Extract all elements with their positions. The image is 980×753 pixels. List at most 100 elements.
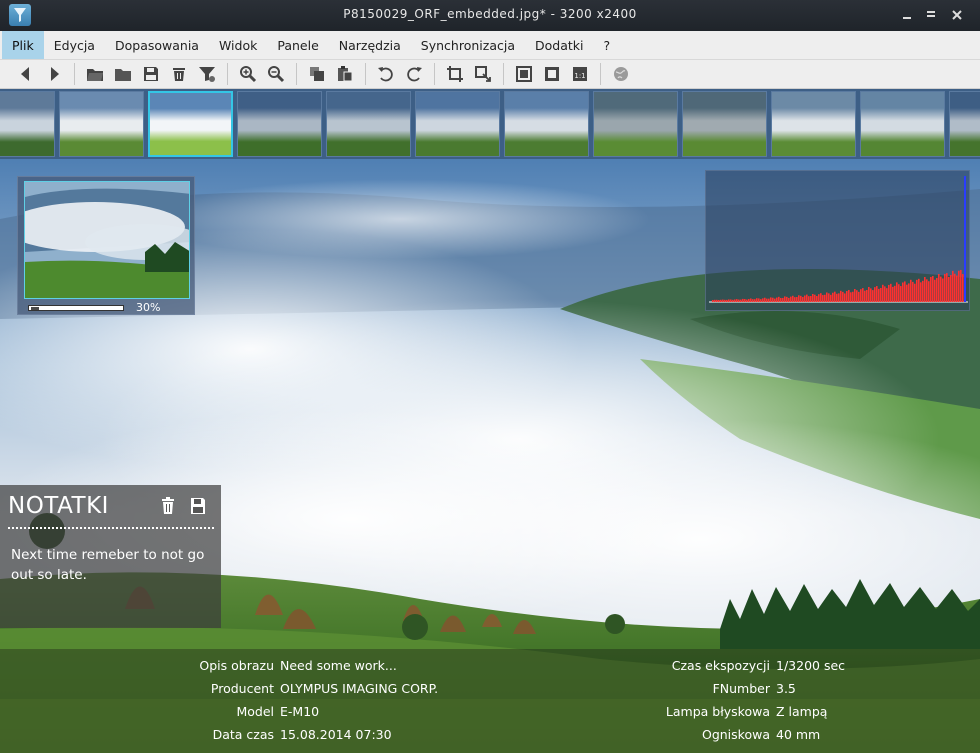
thumbnail-item[interactable]	[593, 91, 678, 157]
histogram-bar	[954, 273, 956, 302]
navigator-preview[interactable]	[24, 181, 190, 299]
actual-size-icon: 1:1	[573, 67, 587, 81]
image-viewport[interactable]: 30% NOTATKI Next time remeber to not go …	[0, 159, 980, 753]
toolbar-divider	[434, 63, 435, 85]
histogram-bar	[750, 298, 752, 302]
open-file-button[interactable]	[112, 63, 134, 85]
menu-edycja[interactable]: Edycja	[44, 31, 105, 59]
histogram-bar	[956, 275, 958, 302]
zoom-level-label: 30%	[136, 301, 161, 314]
open-folder-button[interactable]	[84, 63, 106, 85]
globe-button[interactable]	[610, 63, 632, 85]
histogram-bar	[806, 294, 808, 302]
histogram-bar	[802, 297, 804, 302]
fullscreen-button[interactable]	[541, 63, 563, 85]
thumbnail-item[interactable]	[59, 91, 144, 157]
histogram-bar	[728, 299, 730, 302]
actual-size-button[interactable]: 1:1	[569, 63, 591, 85]
histogram-bar	[870, 288, 872, 302]
histogram-bar	[924, 277, 926, 302]
histogram-bar	[882, 284, 884, 302]
histogram-bar	[916, 279, 918, 302]
histogram-bar	[872, 290, 874, 302]
thumbnail-item[interactable]	[148, 91, 233, 157]
menu-help[interactable]: ?	[593, 31, 620, 59]
thumbnail-item[interactable]	[0, 91, 55, 157]
back-button[interactable]	[15, 63, 37, 85]
zoom-slider-fill	[31, 307, 39, 310]
histogram-bar	[942, 278, 944, 302]
histogram-bar	[910, 279, 912, 302]
histogram-bar	[796, 297, 798, 302]
histogram-bar	[854, 288, 856, 302]
histogram-bar	[886, 288, 888, 302]
thumbnail-item[interactable]	[860, 91, 945, 157]
menu-dodatki[interactable]: Dodatki	[525, 31, 593, 59]
zoom-in-button[interactable]	[237, 63, 259, 85]
delete-button[interactable]	[168, 63, 190, 85]
menu-panele[interactable]: Panele	[267, 31, 328, 59]
menu-plik[interactable]: Plik	[2, 31, 44, 59]
zoom-out-button[interactable]	[265, 63, 287, 85]
menu-synchronizacja[interactable]: Synchronizacja	[411, 31, 525, 59]
thumbnail-item[interactable]	[771, 91, 856, 157]
histogram-bar	[742, 298, 744, 302]
forward-button[interactable]	[43, 63, 65, 85]
histogram-bar	[884, 286, 886, 302]
crop-button[interactable]	[444, 63, 466, 85]
notes-delete-button[interactable]	[160, 497, 176, 515]
menu-narzedzia[interactable]: Narzędzia	[329, 31, 411, 59]
copy-button[interactable]	[306, 63, 328, 85]
rotate-left-button[interactable]	[375, 63, 397, 85]
menu-dopasowania[interactable]: Dopasowania	[105, 31, 209, 59]
zoom-in-icon	[240, 66, 257, 83]
histogram-bar	[722, 299, 724, 302]
fit-window-button[interactable]	[513, 63, 535, 85]
thumbnail-strip[interactable]	[0, 89, 980, 159]
thumbnail-item[interactable]	[504, 91, 589, 157]
notes-text[interactable]: Next time remeber to not go out so late.	[11, 545, 211, 585]
histogram-bar	[952, 270, 954, 302]
right-exif-value: Z lampą	[776, 704, 828, 719]
paste-button[interactable]	[334, 63, 356, 85]
histogram-bar	[758, 298, 760, 302]
notes-save-button[interactable]	[190, 497, 206, 515]
filter-button[interactable]	[196, 63, 218, 85]
thumbnail-item[interactable]	[682, 91, 767, 157]
maximize-button[interactable]	[922, 6, 940, 24]
menu-widok[interactable]: Widok	[209, 31, 267, 59]
zoom-slider[interactable]	[28, 305, 124, 311]
histogram-bar	[808, 296, 810, 302]
histogram-bar	[834, 291, 836, 302]
zoom-out-icon	[268, 66, 285, 83]
histogram-bar	[856, 290, 858, 302]
histogram-bar	[946, 273, 948, 302]
right-exif-value: 3.5	[776, 681, 796, 696]
histogram-bar	[804, 295, 806, 302]
crop-icon	[447, 66, 463, 82]
histogram-bar	[850, 292, 852, 302]
navigator-panel[interactable]: 30%	[17, 176, 195, 315]
histogram-bar	[764, 297, 766, 302]
thumbnail-item[interactable]	[326, 91, 411, 157]
thumbnail-item[interactable]	[237, 91, 322, 157]
right-exif-label: Ogniskowa	[701, 727, 770, 742]
filter-icon	[199, 67, 215, 82]
thumbnail-item[interactable]	[415, 91, 500, 157]
right-exif-value: 1/3200 sec	[776, 658, 846, 673]
thumbnail-item[interactable]	[949, 91, 980, 157]
histogram-bar	[846, 291, 848, 302]
histogram-bar	[738, 299, 740, 302]
app-window: P8150029_ORF_embedded.jpg* - 3200 x2400 …	[0, 0, 980, 753]
minimize-button[interactable]	[898, 6, 916, 24]
histogram-bar	[830, 294, 832, 302]
close-button[interactable]	[948, 6, 966, 24]
rotate-right-button[interactable]	[403, 63, 425, 85]
histogram-bar	[824, 294, 826, 302]
resize-button[interactable]	[472, 63, 494, 85]
save-button[interactable]	[140, 63, 162, 85]
rotate-left-icon	[378, 67, 393, 82]
trash-icon	[162, 497, 174, 514]
histogram-bar	[744, 299, 746, 302]
histogram-bar	[900, 286, 902, 302]
